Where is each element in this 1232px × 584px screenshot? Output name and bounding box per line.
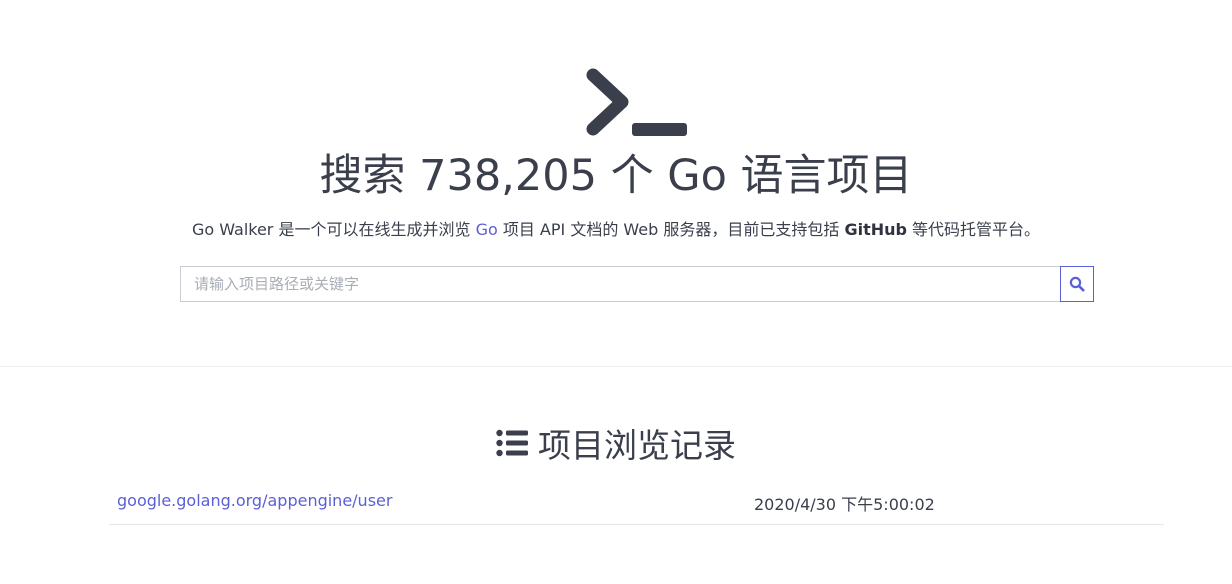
search-bar <box>180 266 1094 302</box>
history-project-link[interactable]: google.golang.org/appengine/user <box>117 491 392 510</box>
github-label: GitHub <box>844 220 907 239</box>
search-button[interactable] <box>1060 266 1094 302</box>
tagline-text-1: Go Walker 是一个可以在线生成并浏览 <box>191 220 476 239</box>
history-heading: 项目浏览记录 <box>0 420 1232 466</box>
history-title: 项目浏览记录 <box>538 426 736 465</box>
history-timestamp: 2020/4/30 下午5:00:02 <box>754 495 935 514</box>
history-list: google.golang.org/appengine/user 2020/4/… <box>109 482 1164 525</box>
list-icon <box>496 429 528 457</box>
history-row: google.golang.org/appengine/user 2020/4/… <box>109 482 1164 525</box>
go-link[interactable]: Go <box>476 220 498 239</box>
search-icon <box>1069 276 1085 292</box>
tagline-text-2: 项目 API 文档的 Web 服务器，目前已支持包括 <box>497 220 845 239</box>
hero-section: 搜索 738,205 个 Go 语言项目 Go Walker 是一个可以在线生成… <box>0 0 1232 367</box>
page-title: 搜索 738,205 个 Go 语言项目 <box>319 151 913 201</box>
tagline: Go Walker 是一个可以在线生成并浏览 Go 项目 API 文档的 Web… <box>0 219 1232 241</box>
tagline-text-3: 等代码托管平台。 <box>906 220 1041 239</box>
terminal-prompt-icon <box>586 68 687 136</box>
search-input[interactable] <box>180 266 1060 302</box>
